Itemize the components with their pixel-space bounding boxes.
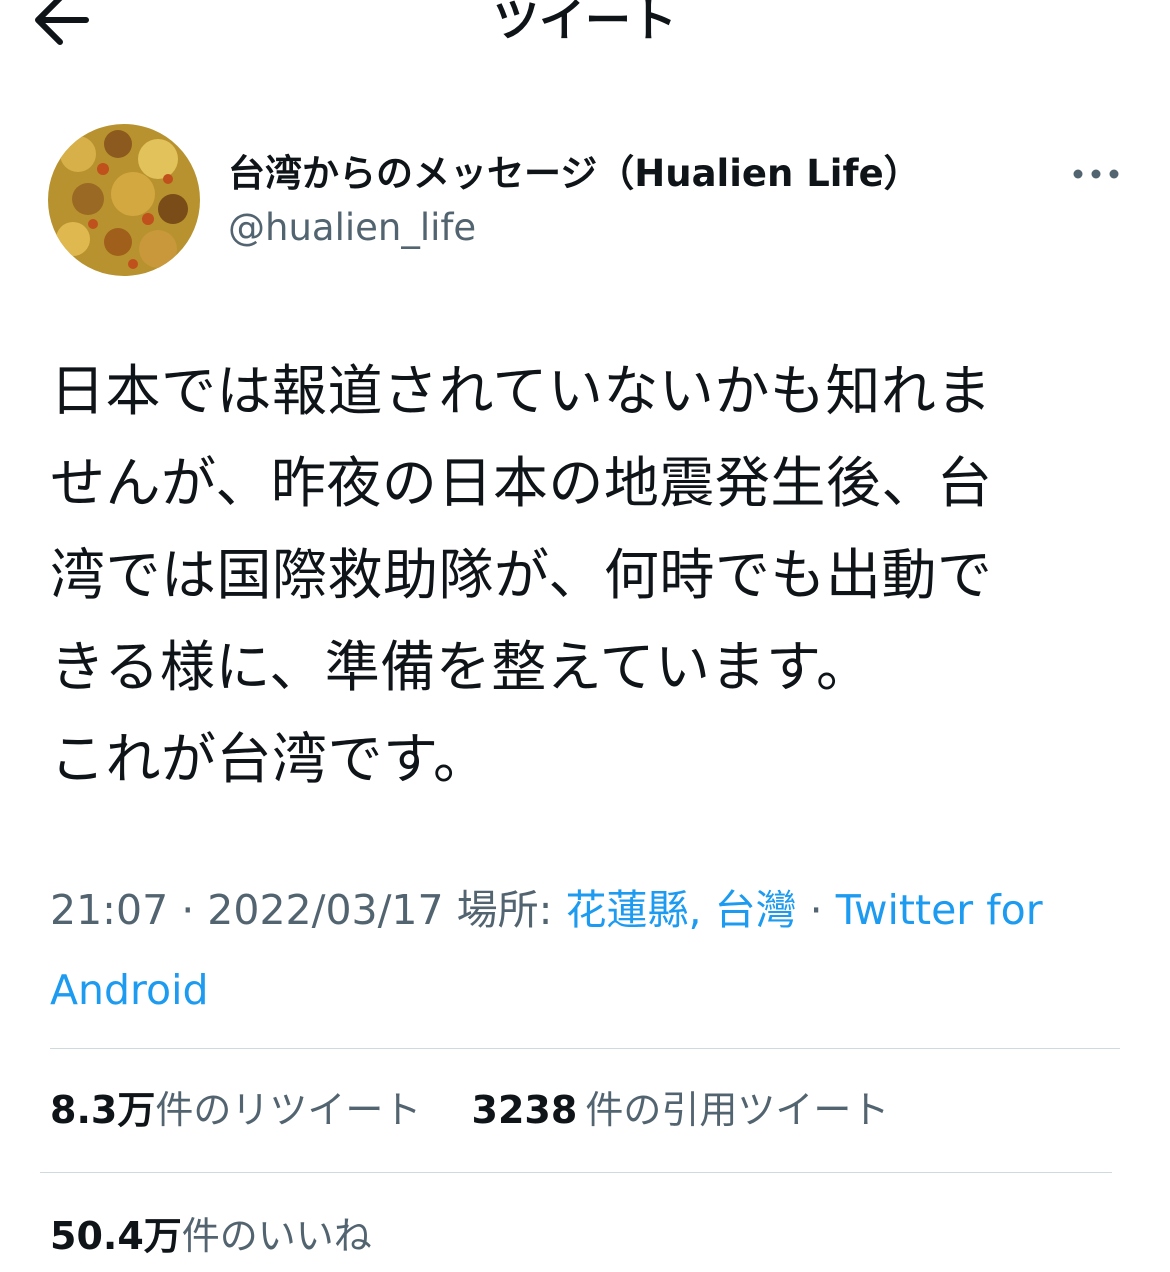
more-options-button[interactable] bbox=[1068, 156, 1124, 192]
avatar[interactable] bbox=[48, 124, 200, 276]
retweets-label: 件のリツイート bbox=[155, 1088, 422, 1132]
quotes-label: 件の引用ツイート bbox=[585, 1088, 890, 1132]
source-text-line2: Android bbox=[50, 966, 209, 1014]
tweet-meta: 21:07 · 2022/03/17 場所: 花蓮縣, 台灣 · Twitter… bbox=[50, 870, 1130, 1030]
more-horizontal-icon bbox=[1073, 169, 1119, 179]
retweets-count: 8.3 bbox=[50, 1088, 118, 1132]
likes-unit: 万 bbox=[143, 1214, 182, 1258]
top-bar: ツイート bbox=[0, 0, 1170, 60]
divider bbox=[40, 1172, 1112, 1173]
source-text-line1: Twitter for bbox=[835, 886, 1043, 934]
retweets-stat[interactable]: 8.3万件のリツイート bbox=[50, 1088, 421, 1132]
tweet-time[interactable]: 21:07 bbox=[50, 886, 168, 934]
divider bbox=[50, 1048, 1120, 1049]
stats-row-likes: 50.4万件のいいね bbox=[50, 1206, 372, 1266]
retweets-unit: 万 bbox=[117, 1088, 156, 1132]
tweet-text-line: 日本では報道されていないかも知れま bbox=[50, 359, 992, 423]
author-handle[interactable]: @hualien_life bbox=[228, 204, 476, 252]
avatar-image bbox=[48, 124, 200, 276]
tweet-text-line: せんが、昨夜の日本の地震発生後、台 bbox=[50, 451, 993, 515]
meta-separator: · bbox=[181, 886, 195, 934]
place-label: 場所: bbox=[456, 886, 553, 934]
tweet-text-line: 湾では国際救助隊が、何時でも出動で bbox=[50, 543, 993, 607]
place-link[interactable]: 花蓮縣, 台灣 bbox=[566, 886, 797, 934]
likes-label: 件のいいね bbox=[181, 1214, 372, 1258]
author-display-name[interactable]: 台湾からのメッセージ（Hualien Life） bbox=[228, 150, 921, 198]
tweet-author-header: 台湾からのメッセージ（Hualien Life） @hualien_life bbox=[0, 120, 1170, 290]
quotes-stat[interactable]: 3238 件の引用ツイート bbox=[472, 1088, 890, 1132]
quotes-count: 3238 bbox=[471, 1088, 578, 1132]
tweet-text: 日本では報道されていないかも知れま せんが、昨夜の日本の地震発生後、台 湾では国… bbox=[50, 345, 1120, 805]
tweet-date[interactable]: 2022/03/17 bbox=[207, 886, 443, 934]
page-title: ツイート bbox=[493, 0, 677, 47]
tweet-text-line: きる様に、準備を整えています。 bbox=[50, 635, 872, 699]
likes-stat[interactable]: 50.4万件のいいね bbox=[50, 1214, 372, 1258]
meta-separator: · bbox=[809, 886, 823, 934]
stats-row-retweets: 8.3万件のリツイート 3238 件の引用ツイート bbox=[50, 1080, 889, 1140]
likes-count: 50.4 bbox=[50, 1214, 144, 1258]
tweet-text-line: これが台湾です。 bbox=[50, 727, 489, 791]
